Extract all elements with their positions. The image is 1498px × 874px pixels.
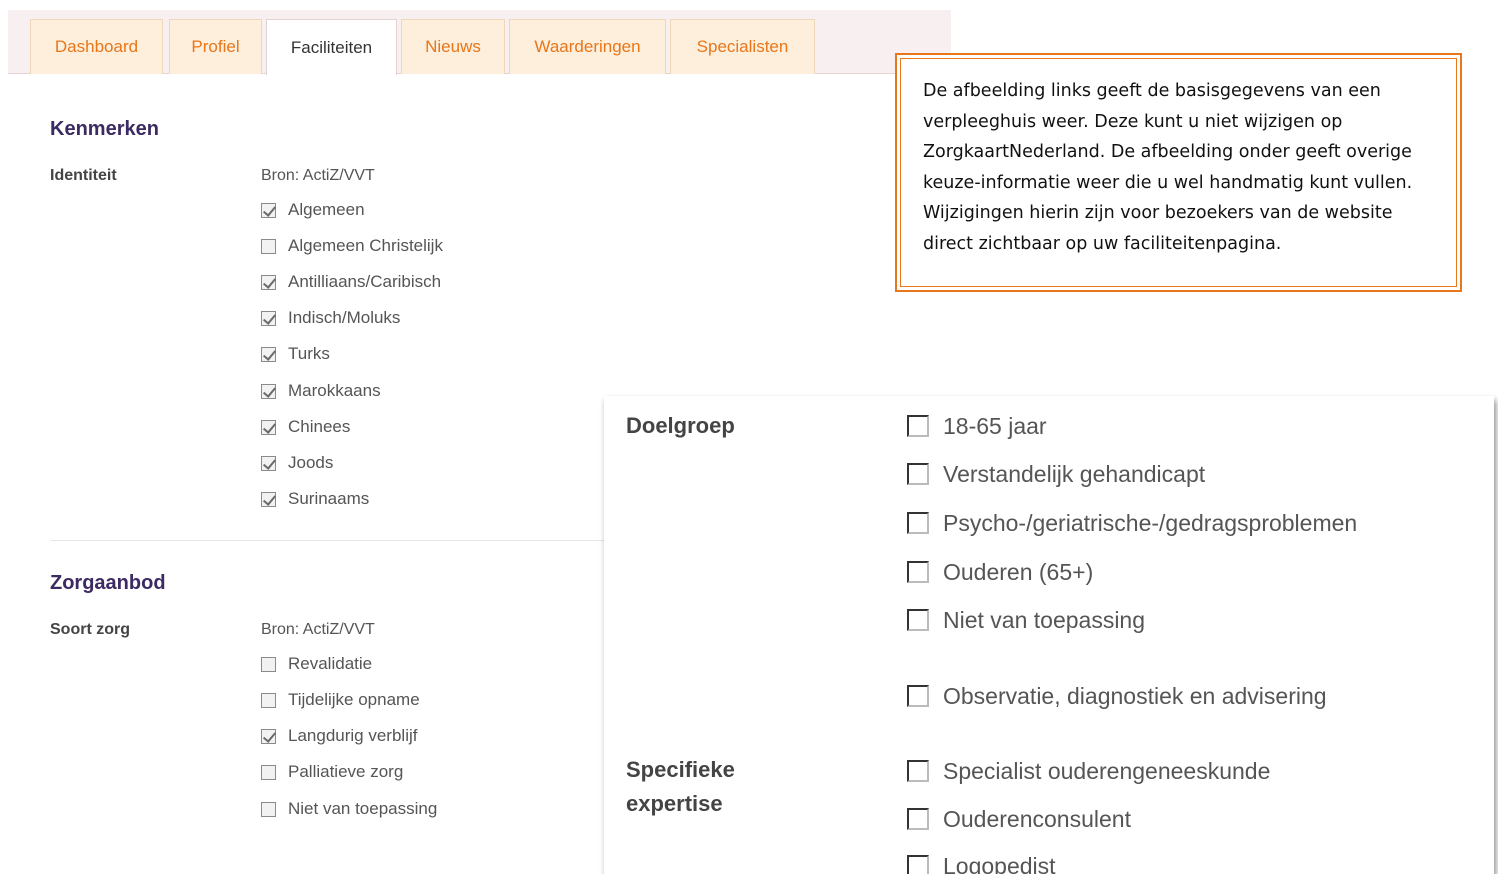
checkbox-option[interactable]: Algemeen Christelijk (261, 235, 443, 257)
checkbox-label: Indisch/Moluks (288, 308, 401, 327)
checkbox-label: Marokkaans (288, 381, 381, 400)
checkbox-icon[interactable] (261, 764, 276, 780)
checkbox-icon[interactable] (261, 491, 276, 507)
checkbox-label: Tijdelijke opname (288, 690, 420, 709)
tab-nieuws[interactable]: Nieuws (401, 19, 505, 74)
tab-specialisten[interactable]: Specialisten (670, 19, 815, 74)
checkbox-label: Ouderenconsulent (943, 805, 1131, 832)
checkbox-label: Observatie, diagnostiek en advisering (943, 682, 1327, 709)
checkbox-option[interactable]: Joods (261, 452, 333, 474)
checkbox-option[interactable]: Surinaams (261, 488, 369, 510)
checkbox-option[interactable]: Revalidatie (261, 653, 372, 675)
checkbox-option[interactable]: Langdurig verblijf (261, 725, 417, 747)
checkbox-option[interactable]: Palliatieve zorg (261, 761, 403, 783)
checkbox-option[interactable]: Algemeen (261, 199, 365, 221)
checkbox-option[interactable]: Indisch/Moluks (261, 307, 400, 329)
checkbox-icon[interactable] (261, 419, 276, 435)
checkbox-label: Algemeen Christelijk (288, 236, 443, 255)
row-label-identiteit: Identiteit (50, 167, 117, 184)
source-label: Bron: ActiZ/VVT (261, 167, 375, 184)
tab-dashboard[interactable]: Dashboard (30, 19, 163, 74)
checkbox-option[interactable]: Specialist ouderengeneeskunde (907, 756, 1270, 786)
checkbox-label: Algemeen (288, 200, 365, 219)
checkbox-icon[interactable] (261, 202, 276, 218)
checkbox-icon[interactable] (261, 274, 276, 290)
checkbox-option[interactable]: Ouderen (65+) (907, 557, 1093, 587)
checkbox-option[interactable]: Turks (261, 343, 330, 365)
checkbox-icon[interactable] (907, 561, 929, 583)
zoomed-options-panel: Doelgroep 18-65 jaar Verstandelijk gehan… (604, 396, 1494, 874)
checkbox-icon[interactable] (907, 760, 929, 782)
checkbox-icon[interactable] (261, 238, 276, 254)
checkbox-label: Turks (288, 344, 330, 363)
tab-faciliteiten[interactable]: Faciliteiten (266, 19, 397, 75)
row-label-soort-zorg: Soort zorg (50, 621, 130, 638)
checkbox-option[interactable]: Marokkaans (261, 380, 381, 402)
checkbox-label: Surinaams (288, 489, 370, 508)
checkbox-label: Psycho-/geriatrische-/gedragsproblemen (943, 509, 1358, 536)
checkbox-label: Langdurig verblijf (288, 726, 418, 745)
checkbox-option[interactable]: Niet van toepassing (261, 798, 437, 820)
checkbox-icon[interactable] (261, 346, 276, 362)
source-label: Bron: ActiZ/VVT (261, 621, 375, 638)
tab-waarderingen[interactable]: Waarderingen (509, 19, 666, 74)
checkbox-icon[interactable] (907, 808, 929, 830)
checkbox-icon[interactable] (907, 609, 929, 631)
checkbox-option[interactable]: Psycho-/geriatrische-/gedragsproblemen (907, 508, 1357, 538)
checkbox-icon[interactable] (907, 463, 929, 485)
checkbox-icon[interactable] (261, 656, 276, 672)
row-label-expertise: expertise (626, 791, 723, 816)
checkbox-option[interactable]: Verstandelijk gehandicapt (907, 459, 1205, 489)
checkbox-icon[interactable] (261, 728, 276, 744)
checkbox-icon[interactable] (907, 512, 929, 534)
checkbox-option[interactable]: 18-65 jaar (907, 411, 1047, 441)
checkbox-label: 18-65 jaar (943, 412, 1047, 439)
checkbox-icon[interactable] (261, 455, 276, 471)
checkbox-label: Logopedist (943, 852, 1056, 874)
section-title-zorgaanbod: Zorgaanbod (50, 572, 166, 594)
tab-bar: Dashboard Profiel Faciliteiten Nieuws Wa… (8, 10, 951, 75)
checkbox-option[interactable]: Observatie, diagnostiek en advisering (907, 681, 1327, 711)
section-title-kenmerken: Kenmerken (50, 118, 159, 140)
checkbox-icon[interactable] (261, 383, 276, 399)
checkbox-label: Niet van toepassing (943, 606, 1146, 633)
checkbox-option[interactable]: Chinees (261, 416, 350, 438)
info-note-text: De afbeelding links geeft de basisgegeve… (900, 58, 1457, 287)
checkbox-label: Specialist ouderengeneeskunde (943, 757, 1271, 784)
checkbox-label: Chinees (288, 417, 351, 436)
checkbox-label: Ouderen (65+) (943, 558, 1094, 585)
checkbox-label: Verstandelijk gehandicapt (943, 460, 1206, 487)
info-note: De afbeelding links geeft de basisgegeve… (895, 53, 1462, 292)
tab-profiel[interactable]: Profiel (169, 19, 262, 74)
checkbox-icon[interactable] (261, 801, 276, 817)
checkbox-option[interactable]: Antilliaans/Caribisch (261, 271, 441, 293)
checkbox-label: Palliatieve zorg (288, 762, 404, 781)
checkbox-label: Niet van toepassing (288, 799, 438, 818)
checkbox-icon[interactable] (261, 310, 276, 326)
row-label-specifieke: Specifieke (626, 757, 735, 782)
checkbox-option[interactable]: Logopedist (907, 851, 1056, 874)
checkbox-icon[interactable] (907, 855, 929, 874)
checkbox-label: Joods (288, 453, 334, 472)
row-label-doelgroep: Doelgroep (626, 413, 735, 438)
checkbox-icon[interactable] (261, 692, 276, 708)
checkbox-icon[interactable] (907, 685, 929, 707)
checkbox-label: Antilliaans/Caribisch (288, 272, 442, 291)
section-divider (50, 540, 610, 541)
checkbox-option[interactable]: Tijdelijke opname (261, 689, 420, 711)
checkbox-label: Revalidatie (288, 654, 373, 673)
checkbox-icon[interactable] (907, 415, 929, 437)
checkbox-option[interactable]: Ouderenconsulent (907, 804, 1131, 834)
checkbox-option[interactable]: Niet van toepassing (907, 605, 1145, 635)
